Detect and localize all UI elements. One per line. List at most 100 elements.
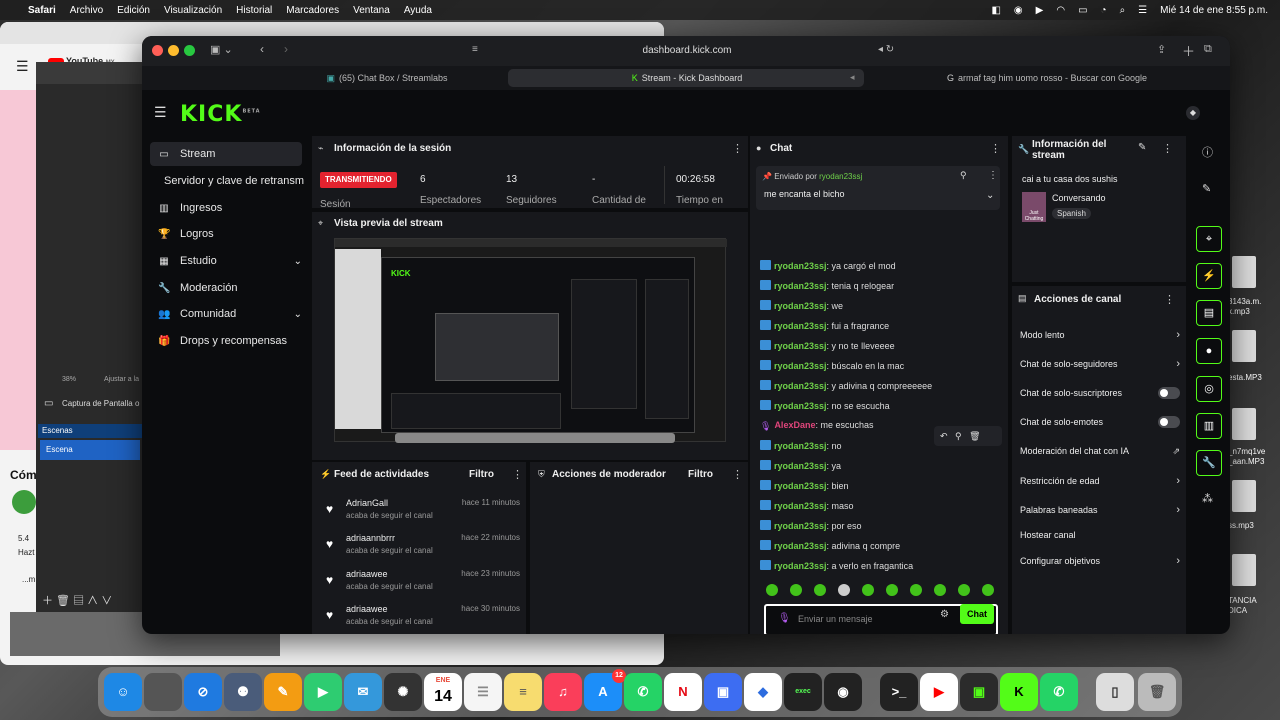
menu-ayuda[interactable]: Ayuda: [404, 5, 432, 16]
file-icon[interactable]: [1232, 330, 1256, 362]
safari-icon[interactable]: ⊘: [184, 673, 222, 711]
preview-app-icon[interactable]: ▣: [704, 673, 742, 711]
sidebar-item-comunidad[interactable]: 👥 Comunidad ⌄: [150, 302, 302, 326]
menu-app[interactable]: Safari: [28, 5, 56, 16]
emote-icon[interactable]: [934, 584, 946, 596]
youtube-app-icon[interactable]: ▶: [920, 673, 958, 711]
facetime-icon[interactable]: ▶: [304, 673, 342, 711]
document-icon[interactable]: ▯: [1096, 673, 1134, 711]
status-icon[interactable]: ◧: [991, 5, 1000, 16]
emote-icon[interactable]: [766, 584, 778, 596]
send-chat-button[interactable]: Chat: [960, 604, 994, 624]
menu-edicion[interactable]: Edición: [117, 5, 150, 16]
hamburger-icon[interactable]: ☰: [16, 58, 29, 75]
file-icon[interactable]: [1232, 554, 1256, 586]
android-icon[interactable]: ▣: [960, 673, 998, 711]
obs-scene-item[interactable]: Escena: [40, 440, 140, 460]
chat-message[interactable]: ryodan23ssj: fui a fragrance: [760, 320, 889, 331]
toggle-switch[interactable]: [1158, 387, 1180, 399]
notes-icon[interactable]: ≡: [504, 673, 542, 711]
feed-item[interactable]: ♥ adriaannbrrr acaba de seguir el canal hac…: [326, 533, 520, 565]
record-icon[interactable]: ◉: [1014, 5, 1023, 16]
file-icon[interactable]: [1232, 408, 1256, 440]
mail-icon[interactable]: ✉: [344, 673, 382, 711]
obs-toolbar-icons[interactable]: ＋ 🗑 ▤ ∧ ∨: [42, 592, 112, 608]
more-icon[interactable]: ⋮: [732, 142, 743, 155]
zoom-window-button[interactable]: [184, 45, 195, 56]
desktop-file-1[interactable]: 8143a.m. x.mp3: [1228, 297, 1261, 317]
emote-icon[interactable]: [790, 584, 802, 596]
toggle-switch[interactable]: [1158, 416, 1180, 428]
chat-username[interactable]: ryodan23ssj: [774, 281, 827, 291]
tab-overview-icon[interactable]: ⧉: [1204, 43, 1212, 56]
more-icon[interactable]: ⋮: [990, 142, 1001, 155]
menu-historial[interactable]: Historial: [236, 5, 272, 16]
desktop-file-5[interactable]: TANCIA DICA: [1228, 596, 1257, 616]
music-icon[interactable]: ♫: [544, 673, 582, 711]
emote-icon[interactable]: [862, 584, 874, 596]
feed-item[interactable]: ♥ AdrianGall acaba de seguir el canal hace …: [326, 498, 520, 530]
emote-icon[interactable]: [910, 584, 922, 596]
tab-google[interactable]: Garmaf tag him uomo rosso - Buscar con G…: [882, 70, 1212, 86]
chat-username[interactable]: ryodan23ssj: [774, 501, 827, 511]
clock[interactable]: Mié 14 de ene 8:55 p.m.: [1160, 5, 1268, 16]
channel-action-row[interactable]: Hostear canal: [1020, 528, 1180, 542]
feed-filter-button[interactable]: Filtro: [469, 469, 494, 480]
appstore-icon[interactable]: A 12: [584, 669, 626, 711]
chat-username[interactable]: ryodan23ssj: [774, 461, 827, 471]
chat-message[interactable]: ryodan23ssj: por eso: [760, 520, 862, 531]
calendar-icon[interactable]: ENE 14: [424, 673, 462, 711]
external-link-icon[interactable]: ⇗: [1172, 444, 1180, 458]
feed-item[interactable]: ♥ adriaawee acaba de seguir el canal hace 2…: [326, 569, 520, 601]
desktop-file-3[interactable]: _n7mq1ve _aan.MP3: [1228, 447, 1265, 467]
sidebar-item-logros[interactable]: 🏆 Logros: [150, 222, 302, 246]
chat-username[interactable]: ryodan23ssj: [774, 301, 827, 311]
file-icon[interactable]: [1232, 256, 1256, 288]
menu-ventana[interactable]: Ventana: [353, 5, 390, 16]
chevron-right-icon[interactable]: ›: [1176, 328, 1180, 342]
emote-icon[interactable]: [982, 584, 994, 596]
back-icon[interactable]: ‹: [260, 42, 264, 56]
microphone-icon[interactable]: 🎙: [778, 613, 791, 624]
sidebar-item-stream[interactable]: ▭ Stream: [150, 142, 302, 166]
chat-message[interactable]: ryodan23ssj: ya cargó el mod: [760, 260, 896, 271]
search-icon[interactable]: ⌕: [1120, 5, 1126, 16]
menu-icon[interactable]: ☰: [154, 104, 167, 121]
channel-action-row[interactable]: Moderación del chat con IA ⇗: [1020, 444, 1180, 458]
kick-app-icon[interactable]: K: [1000, 673, 1038, 711]
channel-action-row[interactable]: Chat de solo-emotes: [1020, 415, 1180, 429]
emote-icon[interactable]: [838, 584, 850, 596]
tab-audio-icon[interactable]: ◂: [850, 72, 855, 83]
edit-icon[interactable]: ✎: [1138, 142, 1146, 153]
chat-message[interactable]: ryodan23ssj: adivina q compre: [760, 540, 900, 551]
chat-message[interactable]: ryodan23ssj: maso: [760, 500, 854, 511]
more-icon[interactable]: ⋮: [512, 468, 523, 481]
chevron-right-icon[interactable]: ›: [1176, 554, 1180, 568]
menu-visualizacion[interactable]: Visualización: [164, 5, 222, 16]
broadcast-icon[interactable]: ◎: [1196, 376, 1222, 402]
chevron-right-icon[interactable]: ›: [1176, 474, 1180, 488]
more-icon[interactable]: ⋮: [1164, 293, 1175, 306]
trash-icon[interactable]: 🗑: [1138, 673, 1176, 711]
wifi-icon[interactable]: ◔: [1101, 5, 1107, 16]
terminal-icon[interactable]: >_: [880, 673, 918, 711]
headphones-icon[interactable]: ◠: [1056, 5, 1065, 16]
battery-icon[interactable]: ▭: [1078, 5, 1087, 16]
sidebar-item-moderacion[interactable]: 🔧 Moderación: [150, 276, 302, 300]
whatsapp-icon[interactable]: ✆: [624, 673, 662, 711]
channel-action-row[interactable]: Restricción de edad ›: [1020, 474, 1180, 488]
chat-username[interactable]: ryodan23ssj: [774, 481, 827, 491]
chat-input-placeholder[interactable]: Enviar un mensaje: [798, 614, 873, 624]
play-icon[interactable]: ▶: [1036, 5, 1044, 16]
more-icon[interactable]: ⋮: [732, 468, 743, 481]
finder-icon[interactable]: ☺: [104, 673, 142, 711]
sidebar-item-servidor[interactable]: Servidor y clave de retransm: [150, 169, 312, 193]
feed-item[interactable]: ♥ adriaawee acaba de seguir el canal hace 3…: [326, 604, 520, 634]
kick-logo[interactable]: KICKBETA: [180, 102, 261, 127]
address-bar[interactable]: dashboard.kick.com: [467, 42, 907, 60]
roblox-icon[interactable]: ◆: [744, 673, 782, 711]
document-icon[interactable]: ▤: [1196, 300, 1222, 326]
profile-avatar[interactable]: ◆: [1186, 106, 1200, 120]
sidebar-item-ingresos[interactable]: ▥ Ingresos: [150, 196, 302, 220]
menu-archivo[interactable]: Archivo: [70, 5, 103, 16]
